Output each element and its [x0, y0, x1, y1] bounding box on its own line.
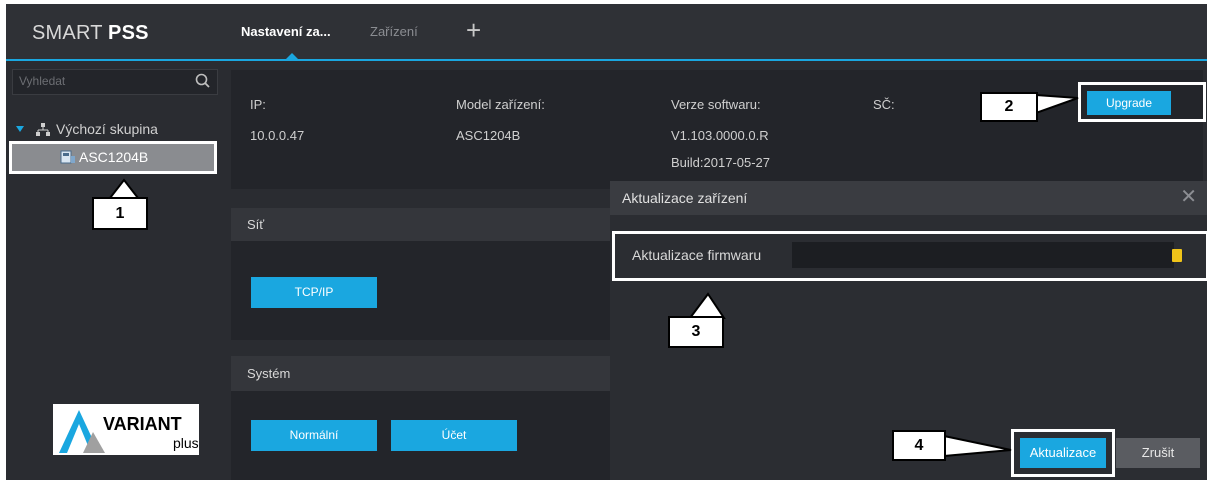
svg-text:plus: plus	[173, 435, 199, 451]
callout-4: 4	[892, 430, 946, 461]
svg-text:VARIANT: VARIANT	[103, 414, 182, 434]
variant-plus-logo: VARIANT plus	[53, 404, 199, 455]
callout-3: 3	[668, 316, 724, 348]
callout-2: 2	[980, 92, 1038, 122]
variant-logo-mark: VARIANT plus	[59, 410, 199, 453]
callout-1: 1	[92, 197, 148, 230]
